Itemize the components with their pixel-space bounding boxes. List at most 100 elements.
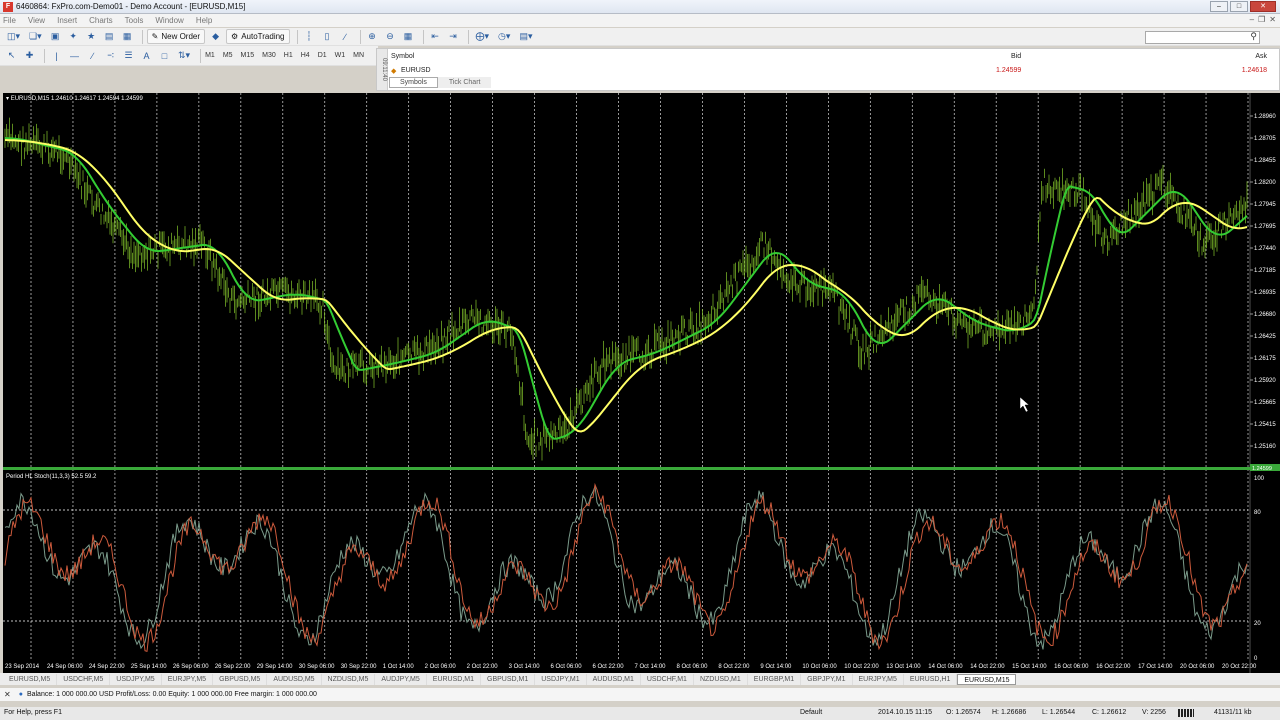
auto-scroll-button[interactable]: ⇥	[446, 29, 461, 44]
new-order-button[interactable]: ✎ New Order	[146, 29, 206, 44]
chart-tab[interactable]: AUDUSD,M1	[587, 673, 641, 685]
mdi-close-button[interactable]: ✕	[1269, 15, 1276, 24]
chart-tab[interactable]: AUDUSD,M5	[267, 673, 322, 685]
time-label: 2 Oct 06:00	[425, 664, 457, 670]
chart-tab[interactable]: GBPJPY,M1	[801, 673, 853, 685]
tab-tick-chart[interactable]: Tick Chart	[437, 77, 492, 88]
search-icon: ⚲	[1250, 31, 1257, 41]
new-chart-button[interactable]: ◫ ▾	[4, 29, 23, 44]
market-watch-side-label: 09:11:40	[377, 49, 388, 90]
chart-tab[interactable]: EURGBP,M1	[748, 673, 802, 685]
candlestick-button[interactable]: ▯	[320, 29, 335, 44]
text-button[interactable]: A	[139, 48, 154, 63]
menu-tools[interactable]: Tools	[125, 16, 144, 25]
chart-tab[interactable]: EURJPY,M5	[853, 673, 904, 685]
crosshair-button[interactable]: ✚	[22, 48, 37, 63]
chart-tab[interactable]: USDJPY,M1	[535, 673, 587, 685]
timeframe-h1[interactable]: H1	[284, 52, 293, 59]
indicator-separator	[3, 467, 1280, 470]
menu-window[interactable]: Window	[155, 16, 183, 25]
chart-tab[interactable]: NZDUSD,M5	[322, 673, 376, 685]
timeframe-w1[interactable]: W1	[335, 52, 346, 59]
chart-window[interactable]: 23 Sep 2014 24 Sep 06:00 24 Sep 22:00 25 Se…	[3, 93, 1280, 673]
chart-tab[interactable]: EURUSD,M5	[3, 673, 58, 685]
market-watch-row[interactable]: ◆ EURUSD 1.24599 1.24618	[391, 67, 1275, 77]
channel-button[interactable]: ∹	[103, 48, 118, 63]
zoom-out-button[interactable]: ⊖	[383, 29, 398, 44]
menu-charts[interactable]: Charts	[89, 16, 113, 25]
chart-tab[interactable]: EURUSD,M15	[957, 673, 1017, 685]
chart-tab[interactable]: EURUSD,M1	[427, 673, 482, 685]
autotrading-button[interactable]: ⚙ AutoTrading	[226, 29, 290, 44]
mdi-minimize-button[interactable]: –	[1250, 15, 1254, 24]
chart-shift-button[interactable]: ⇤	[428, 29, 443, 44]
market-watch-button[interactable]: ▣	[48, 29, 63, 44]
horizontal-line-button[interactable]: —	[67, 48, 82, 63]
chart-tab[interactable]: GBPUSD,M1	[481, 673, 536, 685]
status-time: 2014.10.15 11:15	[878, 709, 932, 716]
timeframe-m5[interactable]: M5	[223, 52, 233, 59]
trendline-button[interactable]: ∕	[85, 48, 100, 63]
menu-help[interactable]: Help	[196, 16, 212, 25]
metaeditor-button[interactable]: ◆	[208, 29, 223, 44]
time-label: 2 Oct 22:00	[467, 664, 499, 670]
cursor-button[interactable]: ↖	[4, 48, 19, 63]
chart-tab[interactable]: USDJPY,M5	[110, 673, 162, 685]
account-summary: Balance: 1 000 000.00 USD Profit/Loss: 0…	[26, 691, 317, 698]
menu-insert[interactable]: Insert	[57, 16, 77, 25]
timeframe-h4[interactable]: H4	[301, 52, 310, 59]
close-button[interactable]: ✕	[1250, 1, 1276, 12]
indicator-header: Period HL Stoch(11,3,3) 52.5 59.2	[6, 474, 97, 480]
bar-chart-button[interactable]: ┆	[302, 29, 317, 44]
chart-tab[interactable]: EURJPY,M5	[162, 673, 214, 685]
col-symbol[interactable]: Symbol	[391, 53, 414, 60]
timeframe-d1[interactable]: D1	[318, 52, 327, 59]
fibo-button[interactable]: ☰	[121, 48, 136, 63]
chart-tab[interactable]: USDCHF,M5	[57, 673, 111, 685]
price-label: 1.27185	[1254, 268, 1276, 274]
tile-windows-button[interactable]: ▦	[401, 29, 416, 44]
navigator-button[interactable]: ✦	[66, 29, 81, 44]
menu-view[interactable]: View	[28, 16, 45, 25]
timeframe-m15[interactable]: M15	[241, 52, 255, 59]
profiles-button[interactable]: ❏ ▾	[26, 29, 45, 44]
periods-button[interactable]: ◷ ▾	[495, 29, 513, 44]
col-ask[interactable]: Ask	[1255, 53, 1267, 60]
metaeditor-icon: ◆	[212, 31, 219, 41]
chart-tab[interactable]: GBPUSD,M5	[213, 673, 268, 685]
arrows-button[interactable]: ⇅ ▾	[175, 48, 193, 63]
clock-icon: ◷	[498, 31, 506, 41]
chart-tab[interactable]: NZDUSD,M1	[694, 673, 748, 685]
menu-file[interactable]: File	[3, 16, 16, 25]
slow-moving-average	[4, 139, 1248, 433]
time-label: 13 Oct 14:00	[886, 664, 921, 670]
templates-button[interactable]: ▤ ▾	[516, 29, 535, 44]
chart-tab[interactable]: EURUSD,H1	[904, 673, 958, 685]
maximize-button[interactable]: □	[1230, 1, 1248, 12]
timeframe-mn[interactable]: MN	[353, 52, 364, 59]
close-terminal-icon[interactable]: ✕	[4, 690, 11, 699]
search-input[interactable]: ⚲	[1145, 31, 1260, 44]
mdi-restore-button[interactable]: ❐	[1258, 15, 1265, 24]
indicators-button[interactable]: ⨁ ▾	[473, 29, 493, 44]
terminal-button[interactable]: ▤	[102, 29, 117, 44]
price-label: 1.26425	[1254, 334, 1276, 340]
data-window-button[interactable]: ★	[84, 29, 99, 44]
chart-tab[interactable]: AUDJPY,M5	[375, 673, 427, 685]
label-button[interactable]: □	[157, 48, 172, 63]
zoom-in-button[interactable]: ⊕	[365, 29, 380, 44]
indicators-icon: ⨁	[475, 31, 485, 41]
tab-symbols[interactable]: Symbols	[389, 77, 438, 88]
zoom-in-icon: ⊕	[368, 31, 376, 41]
tester-button[interactable]: ▦	[120, 29, 135, 44]
price-chart[interactable]: 23 Sep 2014 24 Sep 06:00 24 Sep 22:00 25 Se…	[3, 93, 1280, 673]
minimize-button[interactable]: –	[1210, 1, 1228, 12]
vertical-line-button[interactable]: |	[49, 48, 64, 63]
chart-tab[interactable]: USDCHF,M1	[641, 673, 694, 685]
timeframe-m30[interactable]: M30	[262, 52, 276, 59]
col-bid[interactable]: Bid	[1011, 53, 1021, 60]
time-label: 17 Oct 14:00	[1138, 664, 1173, 670]
templates-icon: ▤	[519, 31, 528, 41]
line-chart-button[interactable]: ∕	[338, 29, 353, 44]
timeframe-m1[interactable]: M1	[205, 52, 215, 59]
